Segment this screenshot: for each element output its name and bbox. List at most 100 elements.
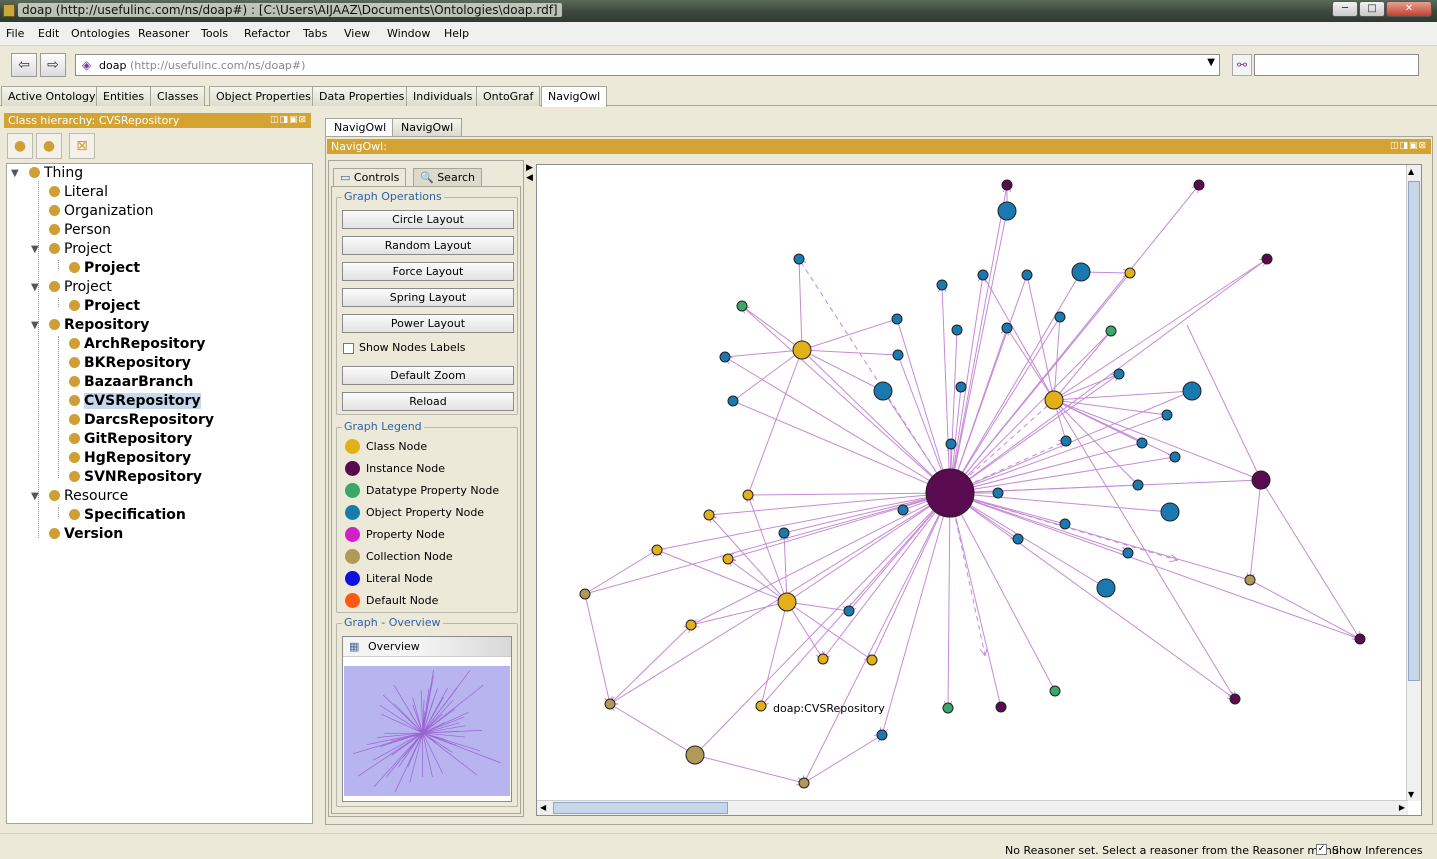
menu-reasoner[interactable]: Reasoner	[138, 27, 189, 40]
graph-node[interactable]	[955, 381, 967, 393]
tree-item-project-child[interactable]: Project	[69, 259, 140, 278]
vertical-scroll-thumb[interactable]	[1408, 181, 1420, 681]
graph-node[interactable]	[992, 487, 1004, 499]
graph-node[interactable]	[1113, 368, 1125, 380]
tree-item-project[interactable]: Project	[49, 240, 112, 259]
graph-node[interactable]	[1136, 437, 1148, 449]
graph-node[interactable]	[792, 340, 812, 360]
collapse-toggle[interactable]: ▼	[31, 244, 39, 255]
ontology-selector[interactable]: ◈ doap (http://usefulinc.com/ns/doap#) ▼	[75, 54, 1220, 76]
graph-node[interactable]	[945, 438, 957, 450]
graph-node[interactable]	[942, 702, 954, 714]
graph-canvas[interactable]: doap:CVSRepository ▲ ▼ ◀ ▶	[536, 164, 1422, 816]
tab-active-ontology[interactable]: Active Ontology	[1, 86, 103, 106]
tab-navigowl-1[interactable]: NavigOwl	[325, 118, 396, 136]
graph-node[interactable]	[1096, 578, 1116, 598]
vertical-scrollbar[interactable]: ▲ ▼	[1406, 165, 1421, 801]
tab-object-properties[interactable]: Object Properties	[209, 86, 318, 106]
tree-item-svnrepository[interactable]: SVNRepository	[69, 468, 202, 487]
scroll-left-icon[interactable]: ◀	[540, 803, 546, 812]
power-layout-button[interactable]: Power Layout	[342, 314, 514, 333]
graph-node[interactable]	[1122, 547, 1134, 559]
delete-class-icon[interactable]: ⊠	[69, 133, 95, 159]
graph-node[interactable]	[995, 701, 1007, 713]
menu-view[interactable]: View	[344, 27, 370, 40]
graph-node[interactable]	[736, 300, 748, 312]
menu-edit[interactable]: Edit	[38, 27, 59, 40]
show-labels-checkbox[interactable]	[343, 343, 354, 354]
graph-node[interactable]	[604, 698, 616, 710]
tree-item-organization[interactable]: Organization	[49, 202, 154, 221]
tab-controls[interactable]: ▭ Controls	[333, 168, 407, 186]
graph-node[interactable]	[703, 509, 715, 521]
circle-layout-button[interactable]: Circle Layout	[342, 210, 514, 229]
menu-file[interactable]: File	[6, 27, 24, 40]
tree-item-version[interactable]: Version	[49, 525, 123, 544]
maximize-button[interactable]: □	[1359, 1, 1385, 17]
graph-node[interactable]	[722, 553, 734, 565]
tree-item-person[interactable]: Person	[49, 221, 111, 240]
graph-node[interactable]	[1229, 693, 1241, 705]
graph-node[interactable]	[876, 729, 888, 741]
graph-node[interactable]	[977, 269, 989, 281]
add-subclass-icon[interactable]: ●	[7, 133, 33, 159]
tree-item-archrepository[interactable]: ArchRepository	[69, 335, 205, 354]
tree-item-darcsrepository[interactable]: DarcsRepository	[69, 411, 214, 430]
graph-node[interactable]	[685, 619, 697, 631]
graph-node[interactable]	[685, 745, 705, 765]
graph-node[interactable]	[1182, 381, 1202, 401]
overview-minimap[interactable]	[344, 666, 510, 796]
collapse-toggle[interactable]: ▼	[11, 168, 19, 179]
graph-node[interactable]	[742, 489, 754, 501]
graph-node[interactable]	[892, 349, 904, 361]
tree-item-hgrepository[interactable]: HgRepository	[69, 449, 191, 468]
binoculars-icon[interactable]: ⚯	[1232, 54, 1252, 76]
graph-node[interactable]	[1012, 533, 1024, 545]
collapse-toggle[interactable]: ▼	[31, 320, 39, 331]
graph-node[interactable]	[1244, 574, 1256, 586]
chevron-down-icon[interactable]: ▼	[1207, 57, 1215, 68]
tree-item-specification[interactable]: Specification	[69, 506, 186, 525]
scroll-down-icon[interactable]: ▼	[1408, 790, 1414, 799]
ontology-graph[interactable]: doap:CVSRepository	[537, 165, 1408, 801]
tab-navigowl[interactable]: NavigOwl	[541, 86, 608, 107]
graph-node[interactable]	[651, 544, 663, 556]
graph-node[interactable]	[866, 654, 878, 666]
tab-data-properties[interactable]: Data Properties	[312, 86, 412, 106]
tree-item-repository[interactable]: Repository	[49, 316, 149, 335]
menu-tools[interactable]: Tools	[201, 27, 228, 40]
graph-node[interactable]	[1059, 518, 1071, 530]
tab-classes[interactable]: Classes	[150, 86, 206, 106]
graph-node[interactable]	[1071, 262, 1091, 282]
minimize-button[interactable]: ─	[1332, 1, 1358, 17]
graph-node[interactable]	[997, 201, 1017, 221]
graph-node[interactable]	[1001, 179, 1013, 191]
menu-help[interactable]: Help	[444, 27, 469, 40]
add-sibling-icon[interactable]: ●	[36, 133, 62, 159]
graph-node[interactable]	[1132, 479, 1144, 491]
tree-item-resource[interactable]: Resource	[49, 487, 128, 506]
graph-node[interactable]	[727, 395, 739, 407]
graph-node[interactable]	[843, 605, 855, 617]
graph-node[interactable]	[719, 351, 731, 363]
graph-node[interactable]	[1105, 325, 1117, 337]
graph-node[interactable]	[1021, 269, 1033, 281]
graph-node[interactable]	[793, 253, 805, 265]
tab-individuals[interactable]: Individuals	[406, 86, 480, 106]
graph-node[interactable]	[1193, 179, 1205, 191]
forward-button[interactable]: ⇨	[40, 53, 66, 77]
panel-controls[interactable]: ◫◨▣⊠	[270, 115, 307, 125]
tab-entities[interactable]: Entities	[96, 86, 152, 106]
graph-node[interactable]	[1060, 435, 1072, 447]
graph-node[interactable]	[1160, 502, 1180, 522]
graph-node[interactable]	[1354, 633, 1366, 645]
default-zoom-button[interactable]: Default Zoom	[342, 366, 514, 385]
graph-node[interactable]	[1044, 390, 1064, 410]
graph-node[interactable]	[778, 527, 790, 539]
spring-layout-button[interactable]: Spring Layout	[342, 288, 514, 307]
graph-node[interactable]	[1049, 685, 1061, 697]
graph-node[interactable]	[777, 592, 797, 612]
graph-node[interactable]	[1124, 267, 1136, 279]
panel-controls[interactable]: ◫◨▣⊠	[1390, 141, 1427, 151]
random-layout-button[interactable]: Random Layout	[342, 236, 514, 255]
